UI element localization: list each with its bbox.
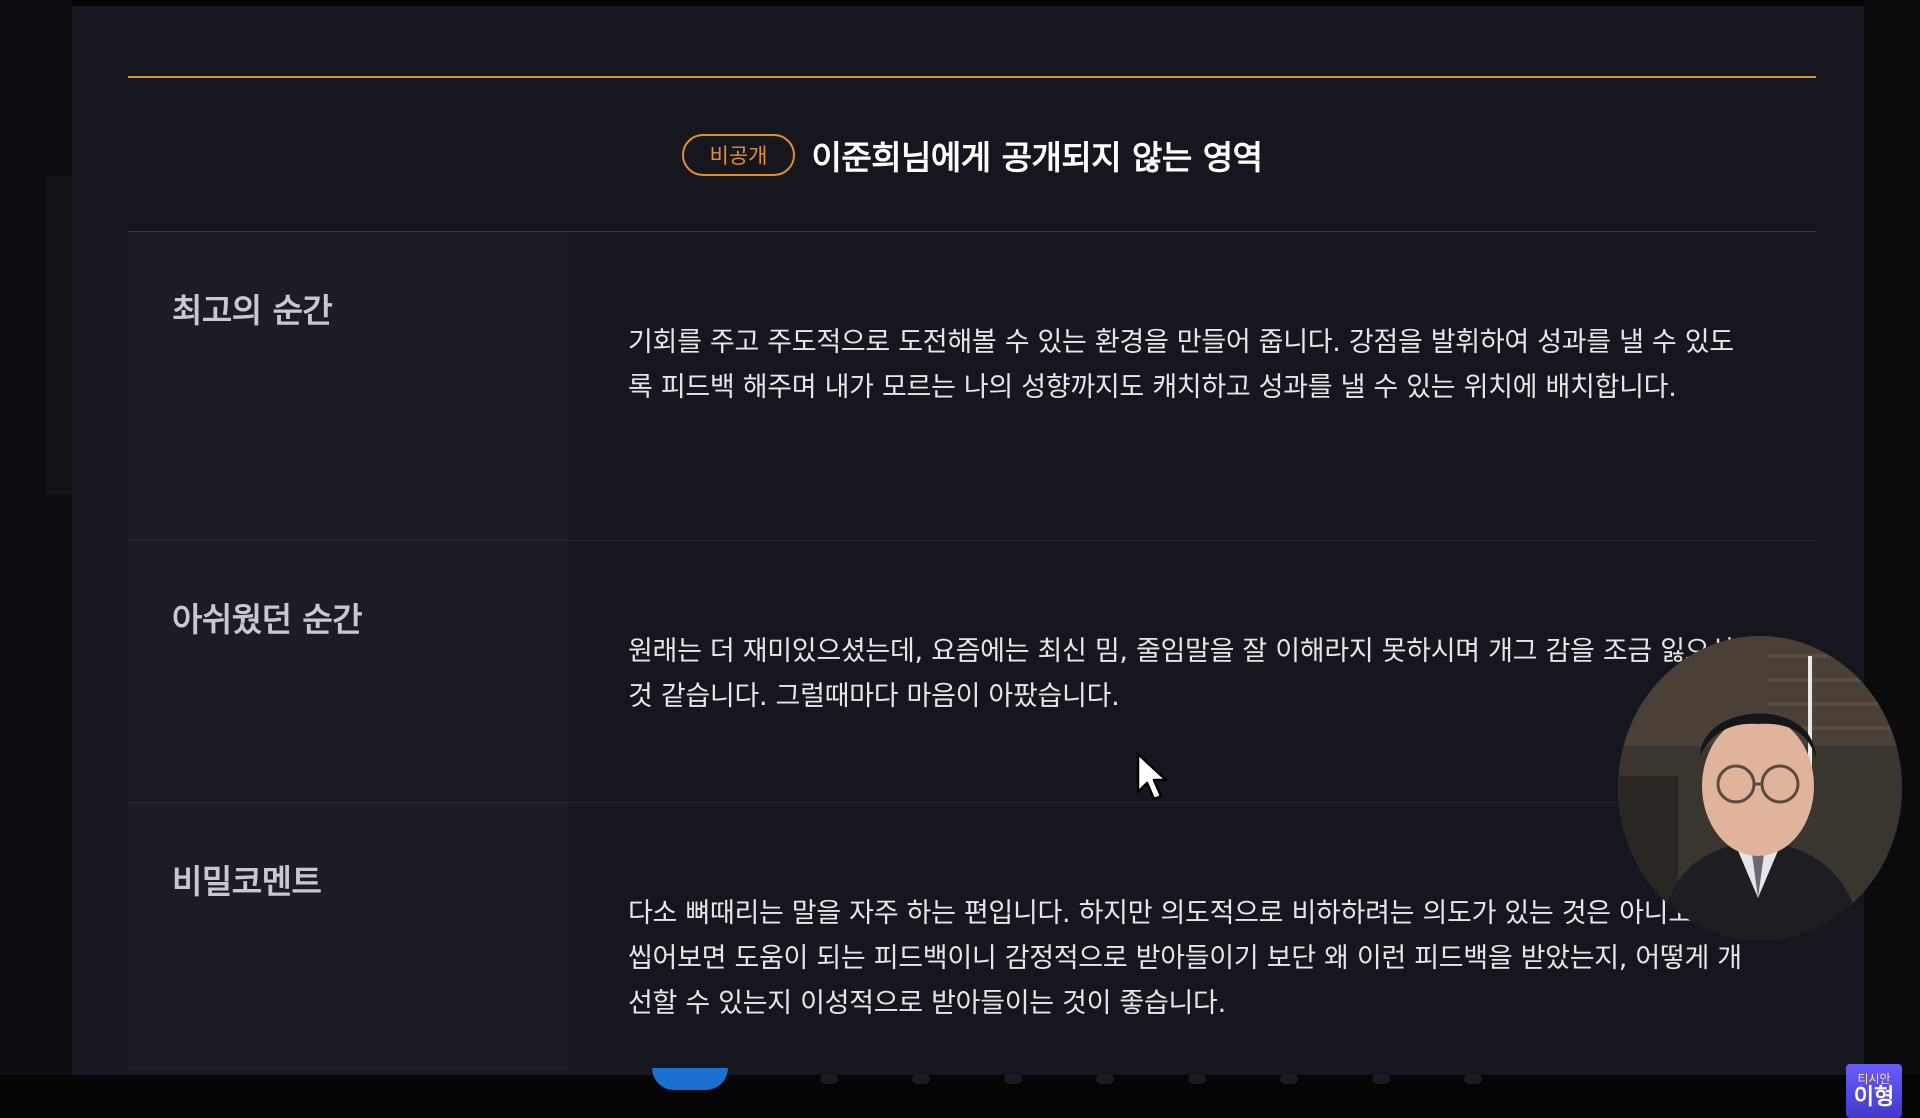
channel-watermark: 티시안 이형 <box>1846 1064 1902 1118</box>
right-background <box>1864 0 1920 1075</box>
row-label-secret-comment: 비밀코멘트 <box>128 803 568 1071</box>
section-header: 비공개 이준희님에게 공개되지 않는 영역 <box>128 78 1816 232</box>
pager-dot <box>1188 1074 1206 1084</box>
row-label-best-moment: 최고의 순간 <box>128 232 568 540</box>
section-title: 이준희님에게 공개되지 않는 영역 <box>811 138 1263 177</box>
table-row: 비밀코멘트 다소 뼈때리는 말을 자주 하는 편입니다. 하지만 의도적으로 비… <box>128 803 1816 1071</box>
pager-dot <box>1464 1074 1482 1084</box>
pager-active-indicator <box>652 1068 728 1090</box>
left-background <box>0 0 72 1075</box>
pager-dot <box>820 1074 838 1084</box>
arrow-cursor-icon <box>1136 752 1168 801</box>
private-badge: 비공개 <box>681 134 796 176</box>
pager-dot <box>1004 1074 1022 1084</box>
row-text-best-moment: 기회를 주고 주도적으로 도전해볼 수 있는 환경을 만들어 줍니다. 강점을 … <box>568 232 1816 540</box>
feedback-table: 최고의 순간 기회를 주고 주도적으로 도전해볼 수 있는 환경을 만들어 줍니… <box>128 232 1816 1071</box>
webcam-overlay <box>1618 636 1902 940</box>
pager-bar <box>0 1068 1920 1090</box>
row-label-regret-moment: 아쉬웠던 순간 <box>128 541 568 802</box>
table-row: 최고의 순간 기회를 주고 주도적으로 도전해볼 수 있는 환경을 만들어 줍니… <box>128 232 1816 541</box>
pager-dot <box>912 1074 930 1084</box>
pager-dot <box>1372 1074 1390 1084</box>
screen: 비공개 이준희님에게 공개되지 않는 영역 최고의 순간 기회를 주고 주도적으… <box>0 0 1920 1118</box>
table-row: 아쉬웠던 순간 원래는 더 재미있으셨는데, 요즘에는 최신 밈, 줄임말을 잘… <box>128 541 1816 803</box>
watermark-big-text: 이형 <box>1853 1085 1895 1110</box>
presenter-image <box>1618 636 1902 940</box>
pager-dot <box>1096 1074 1114 1084</box>
pager-dot <box>1280 1074 1298 1084</box>
watermark-small-text: 티시안 <box>1857 1072 1891 1086</box>
left-background-bar <box>46 175 72 495</box>
